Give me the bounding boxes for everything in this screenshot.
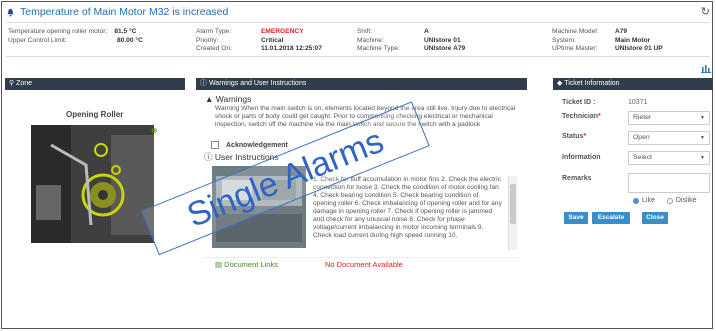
divider: [6, 56, 710, 57]
dislike-label: Dislike: [675, 197, 697, 204]
info-col-2: Alarm Type: EMERGENCY Priority: Critical C…: [196, 28, 322, 54]
close-button[interactable]: Close: [642, 212, 668, 224]
save-button[interactable]: Save: [564, 212, 588, 224]
acknowledgement-label: Acknowledgement: [226, 141, 288, 149]
caret-down-icon: ▼: [700, 155, 705, 161]
model-label: Machine Model:: [552, 28, 599, 35]
warnings-heading: ▲ Warnings: [205, 94, 251, 104]
zone-panel-header: ⚲ Zone: [5, 78, 185, 90]
created-label: Created On:: [196, 45, 232, 52]
info-col-4: Machine Model: A79 System: Main Motor UPti…: [552, 28, 663, 54]
temp-value: 81.5 °C: [114, 28, 137, 35]
document-links-text: Document Links: [224, 260, 278, 269]
dislike-radio[interactable]: [666, 197, 673, 204]
info-col-1: Temperature opening roller motor: 81.5 °C…: [8, 28, 143, 45]
divider: [6, 22, 710, 23]
document-icon: ▤: [215, 260, 225, 269]
ucl-label: Upper Control Limit:: [8, 36, 67, 44]
system-value: Main Motor: [615, 36, 651, 44]
system-label: System:: [552, 36, 576, 44]
title-bar: Temperature of Main Motor M32 is increas…: [6, 5, 710, 19]
caret-down-icon: ▼: [700, 135, 705, 141]
document-links-label[interactable]: ▤ Document Links: [215, 260, 315, 269]
caret-down-icon: ▼: [700, 115, 705, 121]
status-select[interactable]: Open ▼: [628, 131, 710, 145]
warnings-panel-header: ⓘ Warnings and User Instructions: [196, 78, 527, 90]
zone-title: Opening Roller: [66, 110, 124, 119]
zone-panel-title: Zone: [16, 80, 33, 87]
acknowledgement-checkbox[interactable]: Acknowledgement: [211, 141, 288, 149]
alarm-type-label: Alarm Type:: [196, 28, 232, 35]
temp-label: Temperature opening roller motor:: [8, 28, 108, 35]
info-circle-icon: ⓘ: [204, 152, 215, 162]
ticket-panel-header: ◆ Ticket Information: [553, 78, 713, 90]
uptime-label: UPtime Master:: [552, 45, 598, 52]
technician-label-text: Technician: [562, 113, 599, 120]
remarks-label: Remarks: [562, 175, 592, 182]
bar-chart-icon[interactable]: [701, 64, 711, 73]
warnings-title: Warnings: [215, 94, 252, 104]
machine-value: UNIstore 01: [424, 36, 461, 44]
status-label-text: Status: [562, 133, 584, 140]
zoom-in-icon[interactable]: ⊕: [151, 126, 158, 135]
created-value: 11.01.2018 12:25:07: [261, 45, 322, 52]
shift-label: Shift:: [357, 28, 373, 35]
machine-type-value: UNIstore A79: [424, 45, 466, 52]
information-value: Select: [633, 154, 652, 161]
technician-value: Rieter: [633, 114, 652, 121]
opening-roller-image: [31, 125, 154, 243]
uptime-value: UNIstore 01 UP: [615, 45, 663, 52]
info-circle-icon: ⓘ: [200, 80, 209, 87]
feedback-radio-group: Like Dislike: [633, 197, 696, 204]
like-radio[interactable]: [633, 197, 639, 204]
remarks-input[interactable]: [628, 173, 710, 193]
warnings-panel-title: Warnings and User Instructions: [208, 80, 307, 87]
machine-label: Machine:: [357, 36, 384, 44]
status-label: Status*: [562, 133, 587, 140]
information-select[interactable]: Select ▼: [628, 151, 710, 165]
ucl-value: 80.00 °C: [117, 36, 143, 44]
information-label: Information: [562, 154, 601, 161]
priority-label: Priority:: [196, 36, 219, 44]
model-value: A79: [615, 28, 628, 35]
ticket-panel-title: Ticket Information: [564, 80, 620, 87]
instruction-text: 1. Check for fluff accumulation in motor…: [313, 176, 502, 239]
warning-triangle-icon: ▲: [205, 94, 216, 104]
checkbox[interactable]: [211, 141, 219, 149]
bell-icon: [7, 8, 14, 17]
like-label: Like: [642, 197, 655, 204]
document-links-row: ▤ Document Links No Document Available: [203, 257, 519, 271]
info-col-3: Shift: A Machine: UNIstore 01 Machine Type…: [357, 28, 465, 54]
status-value: Open: [633, 134, 650, 141]
instruction-scrollbar[interactable]: [508, 176, 517, 250]
ticket-id-label: Ticket ID :: [562, 99, 596, 106]
document-links-value: No Document Available: [325, 260, 403, 269]
alarm-type-value: EMERGENCY: [261, 28, 304, 35]
alarm-title: Temperature of Main Motor M32 is increas…: [20, 6, 229, 18]
shift-value: A: [424, 28, 429, 35]
scroll-thumb[interactable]: [510, 184, 516, 224]
priority-value: Critical: [261, 36, 284, 44]
technician-label: Technician*: [562, 113, 601, 120]
machine-type-label: Machine Type:: [357, 45, 400, 52]
technician-select[interactable]: Rieter ▼: [628, 111, 710, 125]
escalate-button[interactable]: Escalate: [592, 212, 630, 224]
ticket-id-value: 10371: [628, 99, 648, 106]
refresh-icon[interactable]: ↻: [701, 5, 710, 18]
